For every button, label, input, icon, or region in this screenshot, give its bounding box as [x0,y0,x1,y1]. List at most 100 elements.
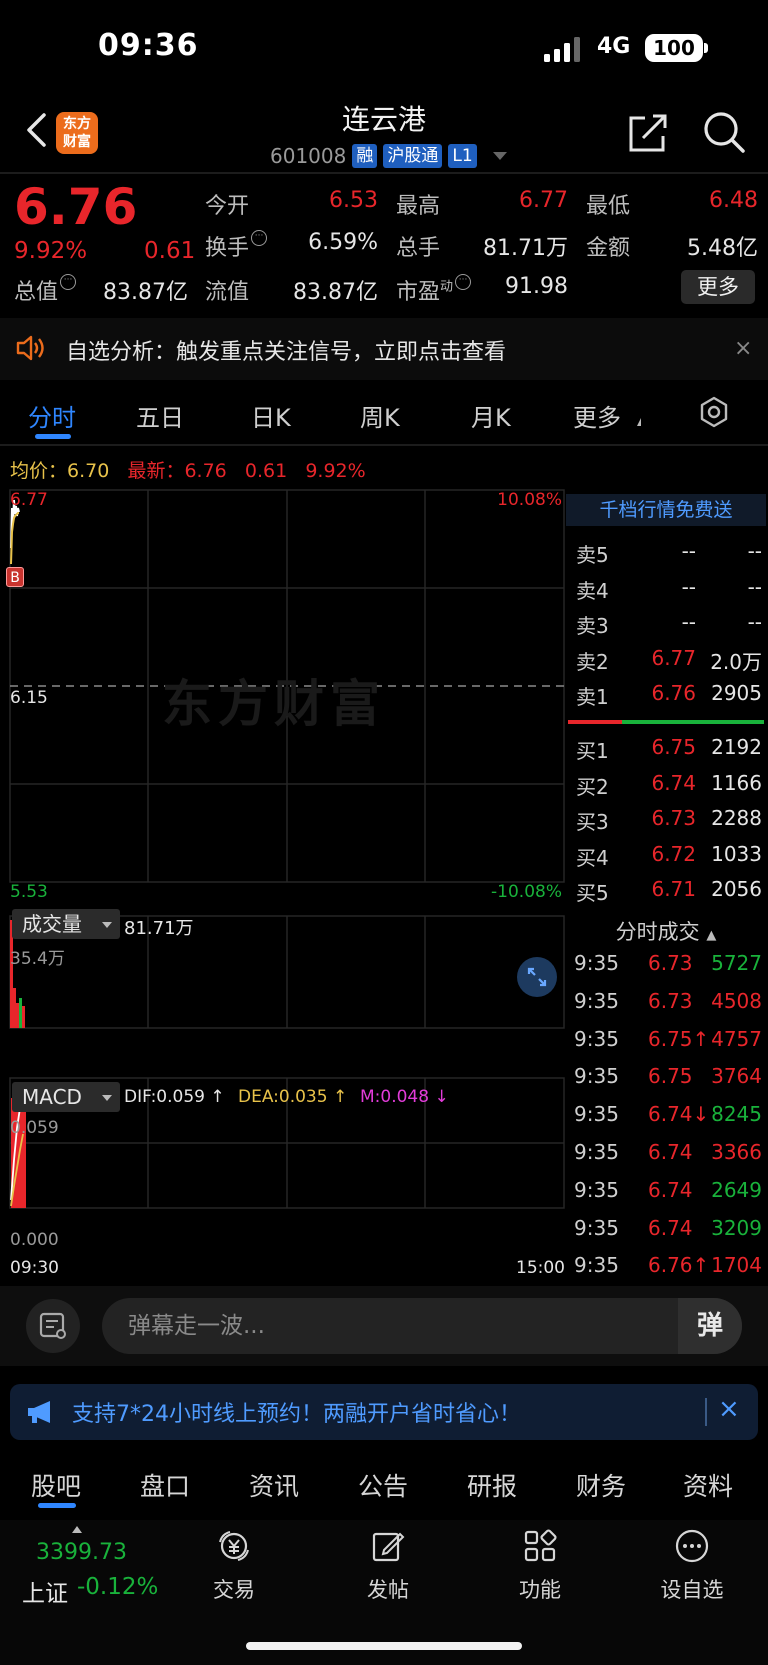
tab-news[interactable]: 资讯 [249,1467,299,1503]
gear-icon[interactable] [698,396,730,428]
tick-row[interactable]: 9:35 6.74↓ 8245 [566,1097,766,1133]
open-value: 6.53 [329,188,378,213]
index-value[interactable]: 3399.73 [36,1540,127,1565]
tick-row[interactable]: 9:35 6.74 2649 [566,1173,766,1209]
nav-post[interactable]: 发帖 [338,1528,438,1604]
close-icon[interactable]: × [734,336,752,361]
tab-monthly-k[interactable]: 月K [471,398,511,433]
danmaku-input[interactable]: 弹幕走一波... [102,1298,742,1354]
tick-time: 9:35 [574,1140,619,1164]
watermark: 东方财富 [162,675,386,733]
bid-ask-ratio-bar [568,720,764,724]
tick-price: 6.74↓ [648,1102,710,1127]
ticks-title[interactable]: 分时成交 ▲ [566,916,766,946]
expand-icon[interactable] [517,957,557,997]
turnover-label[interactable]: 换手 ··· [205,230,268,262]
ask-row[interactable]: 卖4 -- -- [566,570,766,604]
tick-row[interactable]: 9:35 6.75↑ 4757 [566,1022,766,1058]
ask-row[interactable]: 卖1 6.76 2905 [566,676,766,710]
time-end: 15:00 [516,1258,565,1278]
intraday-chart[interactable] [0,488,566,1280]
bid-price: 6.75 [651,735,696,759]
megaphone-icon [28,1401,50,1423]
ask-row[interactable]: 卖5 -- -- [566,534,766,568]
bid-price: 6.71 [651,877,696,901]
ask-price: -- [681,539,696,563]
ask-volume: 2.0万 [710,649,762,674]
index-change[interactable]: -0.12% [77,1574,158,1600]
ask-volume: 2905 [711,681,762,705]
tick-row[interactable]: 9:35 6.75 3764 [566,1059,766,1095]
ask-row[interactable]: 卖3 -- -- [566,605,766,639]
tab-intraday[interactable]: 分时 [28,398,76,433]
tick-time: 9:35 [574,1253,619,1278]
stock-subtitle[interactable]: 601008 融 沪股通 L1 [270,142,507,170]
dropdown-icon [633,418,641,426]
notice-text[interactable]: 自选分析：触发重点关注信号，立即点击查看 [66,334,506,366]
tick-price: 6.75↑ [648,1026,710,1051]
close-icon[interactable]: × [718,1394,740,1424]
volume-total: 81.71万 [124,918,194,939]
tick-volume: 5727 [711,951,762,975]
price-legend: 均价：6.70 最新：6.76 0.61 9.92% [10,460,366,482]
danmaku-settings-icon[interactable] [26,1299,80,1353]
index-name[interactable]: 上证 [22,1574,68,1608]
tab-underline [38,1503,76,1508]
tab-forum[interactable]: 股吧 [31,1467,81,1503]
chevron-up-icon [72,1526,82,1533]
ask-row[interactable]: 卖2 6.77 2.0万 [566,641,766,675]
y-axis-top: 6.77 [10,490,48,510]
nav-functions-label: 功能 [519,1578,561,1602]
tab-five-day[interactable]: 五日 [136,398,184,433]
ask-price: 6.77 [651,645,696,670]
free-depth-banner[interactable]: 千档行情免费送 [566,494,766,526]
home-indicator[interactable] [246,1642,522,1650]
tab-weekly-k[interactable]: 周K [360,398,400,433]
tick-price: 6.74 [648,1215,693,1240]
bid-row[interactable]: 买5 6.71 2056 [566,872,766,906]
bid-price: 6.74 [651,770,696,795]
tick-price: 6.73 [648,988,693,1013]
tick-volume: 8245 [711,1102,762,1127]
share-icon[interactable] [627,112,669,154]
bid-price: 6.72 [651,841,696,866]
bid-row[interactable]: 买2 6.74 1166 [566,766,766,800]
change-percent: 9.92% [14,238,88,264]
amount-value: 5.48亿 [687,236,758,261]
volume-max: 35.4万 [10,949,65,969]
tick-row[interactable]: 9:35 6.73 4508 [566,984,766,1020]
nav-add-watchlist[interactable]: 设自选 [642,1528,742,1604]
tick-row[interactable]: 9:35 6.74 3366 [566,1135,766,1171]
chevron-down-icon [102,1095,112,1101]
turnover-value: 6.59% [308,230,378,255]
bid-row[interactable]: 买1 6.75 2192 [566,730,766,764]
bid-row[interactable]: 买4 6.72 1033 [566,837,766,871]
tick-time: 9:35 [574,1102,619,1127]
tick-row[interactable]: 9:35 6.76↑ 1704 [566,1248,766,1284]
tab-profile[interactable]: 资料 [683,1467,733,1503]
more-button[interactable]: 更多 [681,270,755,304]
divider [0,172,768,174]
tick-row[interactable]: 9:35 6.73 5727 [566,946,766,982]
tab-depth[interactable]: 盘口 [140,1467,190,1503]
tag-margin: 融 [352,144,378,168]
nav-trade[interactable]: 交易 [184,1528,284,1604]
bid-row[interactable]: 买3 6.73 2288 [566,801,766,835]
tab-finance[interactable]: 财务 [576,1467,626,1503]
tab-announcements[interactable]: 公告 [358,1467,408,1503]
tab-research[interactable]: 研报 [467,1467,517,1503]
tab-more[interactable]: 更多 [573,398,621,433]
network-type: 4G [597,34,631,59]
total-cap-label[interactable]: 总值 ··· [14,274,77,306]
chevron-down-icon [102,922,112,928]
promo-text[interactable]: 支持7*24小时线上预约！两融开户省时省心！ [72,1396,521,1428]
pct-axis-top: 10.08% [497,490,562,510]
buy-signal-badge[interactable]: B [6,567,24,587]
nav-functions[interactable]: 功能 [490,1528,590,1604]
tick-row[interactable]: 9:35 6.74 3209 [566,1211,766,1247]
tab-daily-k[interactable]: 日K [251,398,291,433]
search-icon[interactable] [702,110,746,154]
float-cap-value: 83.87亿 [293,280,378,305]
danmaku-toggle-button[interactable]: 弹 [678,1298,742,1354]
pe-label[interactable]: 市盈动 ··· [396,274,472,306]
